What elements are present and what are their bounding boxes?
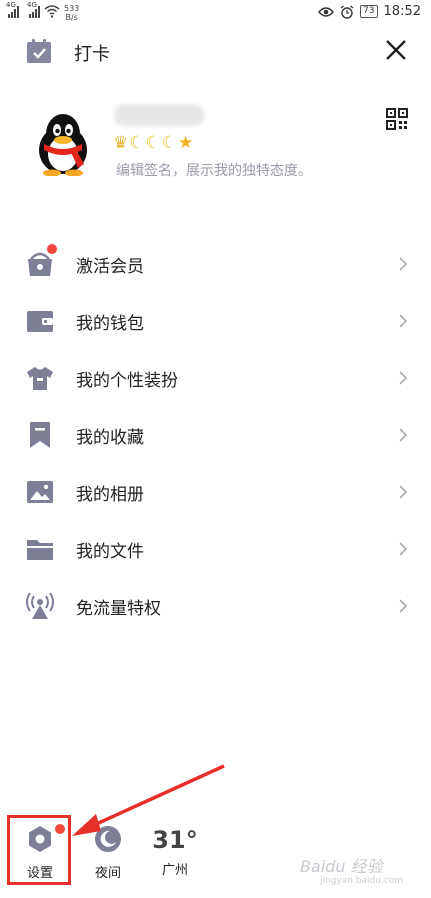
crown-icon: ♛ <box>113 133 129 153</box>
moon-icon: ☾ <box>145 133 161 153</box>
alarm-icon <box>340 4 354 19</box>
chevron-right-icon <box>399 428 408 442</box>
temperature: 31° <box>152 826 198 854</box>
wifi-icon <box>44 5 60 18</box>
close-icon[interactable] <box>384 38 408 62</box>
clock: 18:52 <box>383 4 421 19</box>
network-type: 4G <box>27 1 37 9</box>
network-type: 4G <box>6 1 16 9</box>
qq-level-icons[interactable]: ♛ ☾ ☾ ☾ ★ <box>113 133 193 153</box>
signal-icon: 4G <box>27 1 40 18</box>
nickname-blurred[interactable] <box>114 104 204 126</box>
eye-icon <box>318 6 335 17</box>
settings-gear-icon <box>29 826 51 852</box>
menu-label: 我的文件 <box>76 542 144 562</box>
star-icon: ★ <box>178 133 194 153</box>
drawer-header: 打卡 <box>0 30 431 74</box>
photo-icon <box>27 481 53 503</box>
menu-item-wallet[interactable]: 我的钱包 <box>0 292 431 349</box>
wallet-icon <box>27 311 53 332</box>
chevron-right-icon <box>399 599 408 613</box>
watermark-url: jingyan.baidu.com <box>320 876 404 886</box>
night-mode-button[interactable]: 夜间 <box>88 824 128 881</box>
menu-item-files[interactable]: 我的文件 <box>0 520 431 577</box>
moon-icon: ☾ <box>161 133 177 153</box>
signal-icon: 4G <box>6 1 19 18</box>
chevron-right-icon <box>399 257 408 271</box>
menu-label: 免流量特权 <box>76 599 161 619</box>
menu-item-favorites[interactable]: 我的收藏 <box>0 406 431 463</box>
menu-label: 我的个性装扮 <box>76 371 178 391</box>
menu-item-free-data[interactable]: 免流量特权 <box>0 577 431 634</box>
qr-code-icon[interactable] <box>386 108 408 130</box>
drawer-menu: 激活会员 我的钱包 我的个性装扮 我的收藏 我的相册 我的文件 免流量特权 <box>0 235 431 634</box>
menu-label: 激活会员 <box>76 257 144 277</box>
menu-item-album[interactable]: 我的相册 <box>0 463 431 520</box>
chevron-right-icon <box>399 485 408 499</box>
battery-indicator: 73 <box>360 5 378 18</box>
watermark: Baidu 经验 <box>300 857 383 876</box>
calendar-checkin-icon[interactable] <box>26 38 52 64</box>
city-label: 广州 <box>161 863 188 878</box>
chevron-right-icon <box>399 542 408 556</box>
moon-icon: ☾ <box>129 133 145 153</box>
notification-dot <box>47 244 57 254</box>
chevron-right-icon <box>399 314 408 328</box>
checkin-title[interactable]: 打卡 <box>74 40 110 66</box>
settings-button[interactable]: 设置 <box>20 824 65 881</box>
menu-label: 我的相册 <box>76 485 144 505</box>
tshirt-icon <box>27 367 53 390</box>
shop-bag-icon <box>28 252 52 276</box>
folder-icon <box>27 540 53 560</box>
moon-icon <box>95 826 121 852</box>
bookmark-icon <box>30 422 50 448</box>
status-bar: 4G 4G 533 B/s 73 18:52 <box>0 0 431 28</box>
menu-item-vip[interactable]: 激活会员 <box>0 235 431 292</box>
menu-item-decoration[interactable]: 我的个性装扮 <box>0 349 431 406</box>
signature-text[interactable]: 编辑签名，展示我的独特态度。 <box>116 160 312 180</box>
weather-widget[interactable]: 31° 广州 <box>150 826 200 878</box>
chevron-right-icon <box>399 371 408 385</box>
night-label: 夜间 <box>94 866 121 881</box>
antenna-icon <box>26 592 54 619</box>
notification-dot <box>55 824 65 834</box>
menu-label: 我的钱包 <box>76 314 144 334</box>
avatar[interactable] <box>32 110 94 176</box>
network-speed: 533 B/s <box>64 4 80 22</box>
settings-label: 设置 <box>26 866 53 881</box>
menu-label: 我的收藏 <box>76 428 144 448</box>
